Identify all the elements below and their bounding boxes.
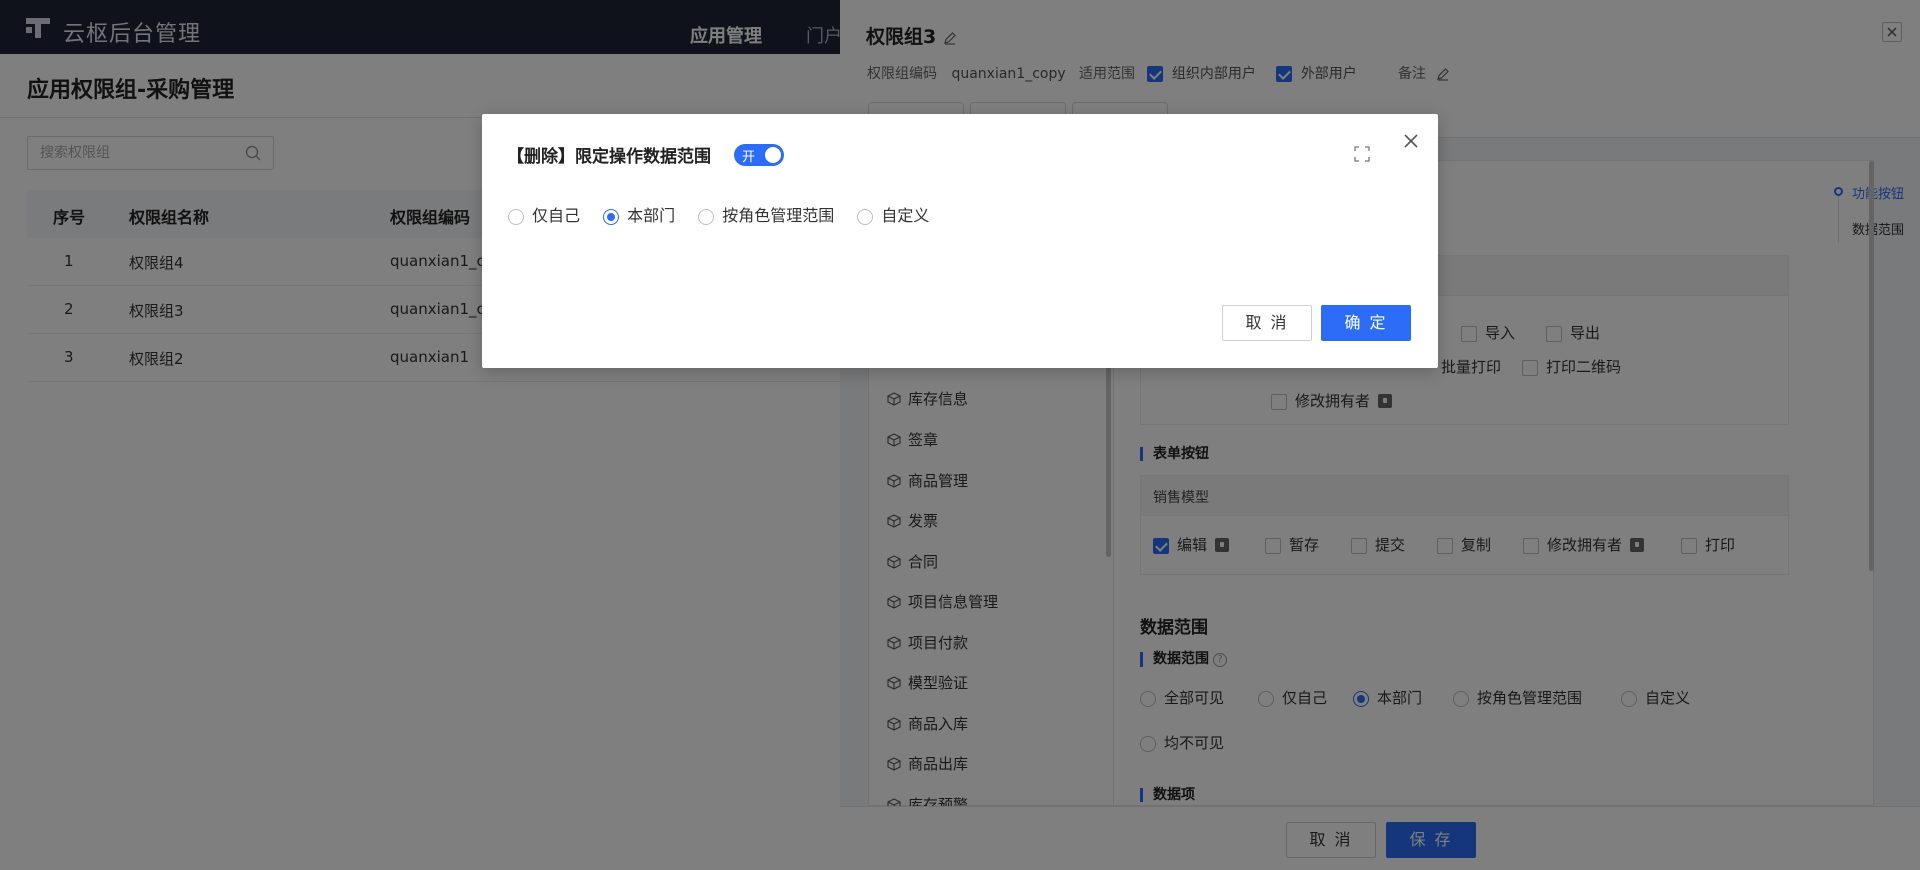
modal-scope-options: 仅自己 本部门 按角色管理范围 自定义 [508, 202, 947, 226]
modal-option-role[interactable]: 按角色管理范围 [698, 202, 834, 226]
enable-switch[interactable]: 开 [734, 144, 784, 166]
radio[interactable] [508, 208, 524, 225]
radio[interactable] [857, 208, 874, 225]
modal-title: 【删除】限定操作数据范围 [507, 147, 711, 167]
modal-option-custom[interactable]: 自定义 [857, 202, 929, 226]
switch-label: 开 [742, 150, 756, 165]
data-scope-modal: 【删除】限定操作数据范围 开 仅自己 本部门 按角色管理范围 自定义 取 消 确… [482, 114, 1438, 368]
switch-knob [765, 147, 781, 163]
modal-cancel-button[interactable]: 取 消 [1222, 305, 1312, 341]
modal-option-dept[interactable]: 本部门 [603, 202, 675, 226]
radio[interactable] [698, 208, 715, 225]
modal-option-self[interactable]: 仅自己 [508, 202, 580, 226]
expand-icon[interactable] [1354, 146, 1370, 162]
close-icon[interactable] [1402, 132, 1420, 150]
modal-confirm-button[interactable]: 确 定 [1321, 305, 1411, 341]
radio-selected[interactable] [603, 208, 620, 225]
